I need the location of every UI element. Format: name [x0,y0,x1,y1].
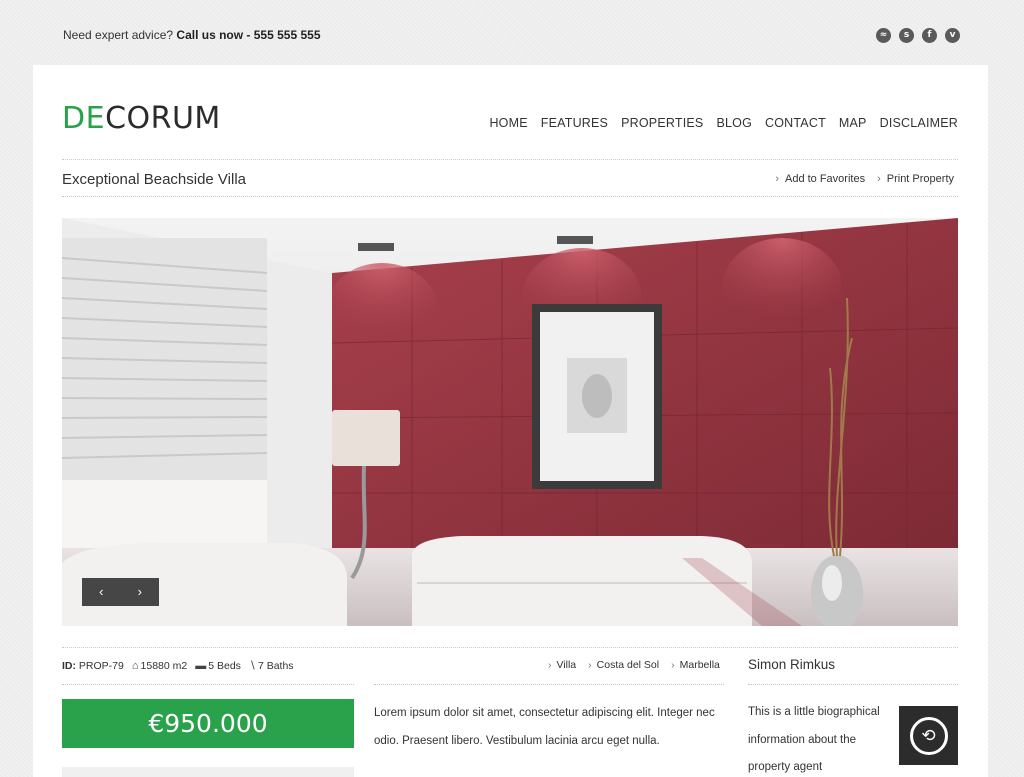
rss-icon[interactable]: ≈ [876,28,891,43]
property-title: Exceptional Beachside Villa [62,171,247,188]
nav-blog[interactable]: BLOG [716,116,752,130]
bed-icon: ▬ [195,659,207,672]
location-link[interactable]: › Villa [548,659,576,671]
property-price: €950.000 [62,699,354,748]
property-meta: ID: PROP-79 ⌂ 15880 m2 ▬ 5 Beds ∖ 7 Baths [62,659,294,673]
agent-bio: This is a little biographical informatio… [748,706,880,773]
chevron-right-icon: › [671,659,675,671]
divider [62,159,958,160]
property-photo [62,218,958,626]
top-bar: Need expert advice? Call us now - 555 55… [0,0,1024,65]
agent-avatar[interactable]: ⟲ [899,706,958,765]
slider-controls: ‹ › [82,578,159,606]
contact-advice: Need expert advice? Call us now - 555 55… [63,28,321,42]
property-actions: › Add to Favorites › Print Property [775,173,954,185]
divider [748,684,958,685]
chevron-right-icon: › [775,173,779,185]
info-box [62,767,354,777]
refresh-icon: ⟲ [909,716,948,755]
facebook-icon[interactable]: f [922,28,937,43]
nav-contact[interactable]: CONTACT [765,116,826,130]
agent-name: Simon Rimkus [748,657,836,672]
bath-icon: ∖ [248,660,256,672]
divider [374,684,724,685]
site-logo[interactable]: DECORUM [62,101,221,136]
slider-next-button[interactable]: › [121,578,160,606]
property-id: ID: PROP-79 [62,659,124,672]
property-location: › Villa › Costa del Sol › Marbella [548,659,720,671]
skype-icon[interactable]: s [899,28,914,43]
chevron-right-icon: › [588,659,592,671]
property-beds: ▬ 5 Beds [195,659,241,672]
property-area: ⌂ 15880 m2 [131,659,188,672]
add-to-favorites-link[interactable]: › Add to Favorites [775,173,865,185]
property-image-slider[interactable]: ‹ › [62,218,958,626]
divider [62,647,958,648]
main-navigation: HOME FEATURES PROPERTIES BLOG CONTACT MA… [489,116,958,130]
main-panel: DECORUM HOME FEATURES PROPERTIES BLOG CO… [33,65,988,777]
nav-features[interactable]: FEATURES [541,116,608,130]
nav-disclaimer[interactable]: DISCLAIMER [880,116,958,130]
phone-number[interactable]: Call us now - 555 555 555 [176,28,320,42]
divider [62,684,354,685]
location-link[interactable]: › Marbella [671,659,720,671]
nav-map[interactable]: MAP [839,116,867,130]
print-property-link[interactable]: › Print Property [877,173,954,185]
social-links: ≈ s f v [876,28,960,43]
chevron-right-icon: › [548,659,552,671]
property-baths: ∖ 7 Baths [248,660,294,672]
location-link[interactable]: › Costa del Sol [588,659,659,671]
slider-prev-button[interactable]: ‹ [82,578,121,606]
divider [62,196,958,197]
chevron-right-icon: › [877,173,881,185]
property-description: Lorem ipsum dolor sit amet, consectetur … [374,707,715,747]
nav-home[interactable]: HOME [489,116,527,130]
house-icon: ⌂ [131,659,139,672]
vimeo-icon[interactable]: v [945,28,960,43]
nav-properties[interactable]: PROPERTIES [621,116,703,130]
